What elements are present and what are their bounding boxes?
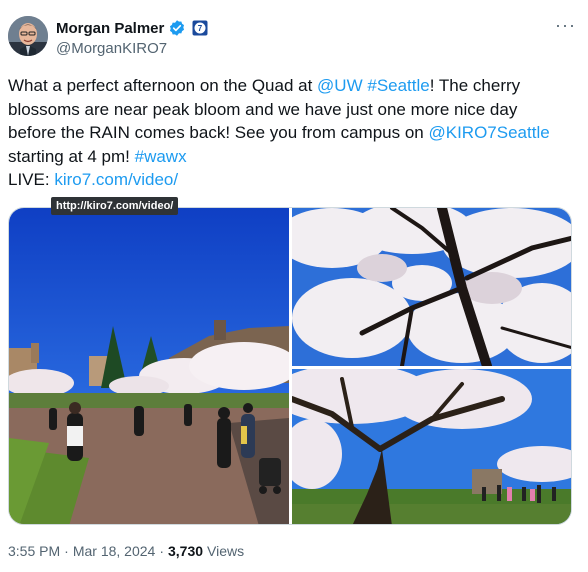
display-name[interactable]: Morgan Palmer: [56, 20, 164, 37]
tweet-date[interactable]: Mar 18, 2024: [73, 543, 156, 559]
tweet-text-part: starting at 4 pm!: [8, 146, 135, 166]
blossom-branches-photo[interactable]: [292, 208, 571, 366]
hashtag-wawx-link[interactable]: #wawx: [135, 147, 187, 166]
mention-uw-link[interactable]: @UW: [317, 76, 363, 95]
name-row: Morgan Palmer 7: [56, 18, 208, 38]
meta-separator: ·: [64, 543, 69, 559]
tweet-meta: 3:55 PM · Mar 18, 2024 · 3,730 Views: [8, 543, 244, 559]
mention-kiro7-link[interactable]: @KIRO7Seattle: [428, 123, 549, 142]
link-tooltip: http://kiro7.com/video/: [51, 197, 179, 215]
views-label: Views: [207, 543, 245, 559]
verified-badge-icon[interactable]: [168, 19, 186, 37]
views-count: 3,730: [167, 543, 204, 559]
tweet-text: What a perfect afternoon on the Quad at …: [8, 74, 568, 192]
live-label: LIVE:: [8, 170, 55, 189]
quad-wide-photo[interactable]: [9, 208, 289, 524]
tweet-time[interactable]: 3:55 PM: [8, 543, 60, 559]
tree-trunk-photo[interactable]: [292, 369, 571, 524]
tweet-text-part: What a perfect afternoon on the Quad at: [8, 76, 318, 95]
affiliate-badge-text: 7: [198, 24, 203, 33]
kiro7-affiliate-icon[interactable]: 7: [192, 20, 208, 36]
meta-separator: ·: [159, 543, 164, 559]
tweet-header: Morgan Palmer 7 @MorganKIRO7 ···: [8, 16, 580, 64]
media-grid: [8, 207, 572, 525]
author-handle[interactable]: @MorganKIRO7: [56, 40, 208, 57]
hashtag-seattle-link[interactable]: #Seattle: [367, 76, 429, 95]
author-block: Morgan Palmer 7 @MorganKIRO7: [56, 18, 208, 57]
kiro7-video-link[interactable]: kiro7.com/video/: [54, 170, 178, 189]
more-options-icon[interactable]: ···: [555, 16, 576, 34]
avatar[interactable]: [8, 16, 48, 56]
